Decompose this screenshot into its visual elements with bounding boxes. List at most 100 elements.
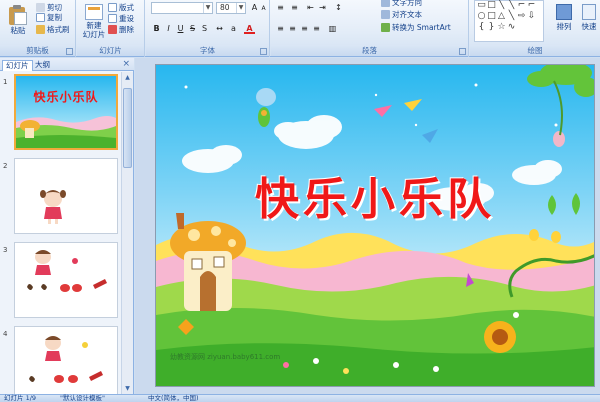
quick-styles-icon xyxy=(582,4,596,20)
tab-outline[interactable]: 大纲 xyxy=(32,60,53,71)
format-painter-button[interactable]: 格式刷 xyxy=(36,24,70,35)
arrange-button[interactable]: 排列 xyxy=(552,2,576,42)
align-text-icon xyxy=(381,10,390,19)
text-direction-label: 文字方向 xyxy=(392,0,422,7)
rect-shape-icon[interactable]: ▭ xyxy=(477,1,486,10)
columns-button[interactable]: ▥ xyxy=(327,23,338,34)
smartart-icon xyxy=(381,23,390,32)
rect-shape-icon[interactable]: □ xyxy=(487,1,496,10)
numbering-button[interactable]: ≡ xyxy=(289,2,300,13)
current-slide[interactable]: 快乐小乐队 幼教资源网 ziyuan.baby611.com xyxy=(155,64,595,387)
slide-count: 幻灯片 1/9 xyxy=(4,394,37,402)
shrink-font-button[interactable]: A xyxy=(258,3,269,14)
layout-button[interactable]: 版式 xyxy=(108,2,134,13)
indent-button[interactable]: ⇥ xyxy=(317,2,328,13)
arrow-shape-icon[interactable]: ⇩ xyxy=(527,12,536,21)
brush-icon xyxy=(36,25,45,34)
bold-button[interactable]: B xyxy=(151,23,162,34)
brace-shape-icon[interactable]: } xyxy=(487,23,496,32)
paragraph-group-label: 段落 xyxy=(271,45,468,56)
font-size-combo[interactable]: 80 ▼ xyxy=(216,2,246,14)
new-slide-label: 新建 幻灯片 xyxy=(82,21,106,39)
spacing-button[interactable]: ↔ xyxy=(214,23,225,34)
font-group-label: 字体 xyxy=(146,45,269,56)
paragraph-group: ≡ ≡ ⇤ ⇥ ↕ ≡ ≡ ≡ ≡ ▥ 文字方向 对齐文本 转换为 SmartA… xyxy=(271,0,469,57)
font-color-button[interactable]: A xyxy=(244,23,255,34)
reset-button[interactable]: 重设 xyxy=(108,13,134,24)
slide-title[interactable]: 快乐小乐队 xyxy=(156,163,594,227)
clipboard-group: 粘贴 剪切 复制 格式刷 剪贴板 xyxy=(0,0,76,57)
clipboard-launcher-icon[interactable] xyxy=(66,48,73,55)
case-button[interactable]: a xyxy=(228,23,239,34)
paste-button[interactable]: 粘贴 xyxy=(4,2,32,42)
copy-button[interactable]: 复制 xyxy=(36,12,62,23)
new-slide-button[interactable]: 新建 幻灯片 xyxy=(81,2,107,44)
connector-shape-icon[interactable]: ⌐ xyxy=(517,1,526,10)
align-text-button[interactable]: 对齐文本 xyxy=(381,9,422,20)
text-direction-button[interactable]: 文字方向 xyxy=(381,0,422,8)
connector-shape-icon[interactable]: ⌐ xyxy=(527,1,536,10)
oval-shape-icon[interactable]: ○ xyxy=(477,12,486,21)
slide-thumbnail-3[interactable] xyxy=(14,242,118,318)
layout-label: 版式 xyxy=(119,3,134,12)
line-shape-icon[interactable]: ╲ xyxy=(507,12,516,21)
quick-styles-button[interactable]: 快速 xyxy=(578,2,600,42)
font-group: ▼ 80 ▼ A A B I U S S ↔ a A 字体 xyxy=(146,0,270,57)
brace-shape-icon[interactable]: { xyxy=(477,23,486,32)
reset-label: 重设 xyxy=(119,14,134,23)
triangle-shape-icon[interactable]: △ xyxy=(497,12,506,21)
new-slide-icon xyxy=(85,4,103,20)
scroll-thumb[interactable] xyxy=(123,88,132,168)
slide-thumbnail-1[interactable]: 快乐小乐队 xyxy=(14,74,118,150)
line-shape-icon[interactable]: ╲ xyxy=(507,1,516,10)
thumb-number: 1 xyxy=(3,78,8,86)
thumbnail-scrollbar[interactable]: ▲ ▼ xyxy=(121,72,133,394)
font-launcher-icon[interactable] xyxy=(260,48,267,55)
arrange-icon xyxy=(556,4,572,20)
text-direction-icon xyxy=(381,0,390,7)
close-icon[interactable]: × xyxy=(122,59,130,69)
smartart-button[interactable]: 转换为 SmartArt xyxy=(381,22,451,33)
underline-button[interactable]: U xyxy=(175,23,186,34)
reset-icon xyxy=(108,14,117,23)
shapes-gallery[interactable]: ▭ □ ╲ ╲ ⌐ ⌐ ○ □ △ ╲ ⇨ ⇩ { } ☆ ∿ xyxy=(474,0,544,42)
line-shape-icon[interactable]: ╲ xyxy=(497,1,506,10)
drawing-group: ▭ □ ╲ ╲ ⌐ ⌐ ○ □ △ ╲ ⇨ ⇩ { } ☆ ∿ 排列 快速 绘图 xyxy=(470,0,600,57)
status-bar: 幻灯片 1/9 "默认设计模板" 中文(简体，中国) xyxy=(0,394,600,402)
delete-slide-button[interactable]: 删除 xyxy=(108,24,134,35)
align-right-button[interactable]: ≡ xyxy=(299,23,310,34)
align-text-label: 对齐文本 xyxy=(392,10,422,19)
shadow-button[interactable]: S xyxy=(199,23,210,34)
delete-icon xyxy=(108,25,117,34)
scroll-down-icon[interactable]: ▼ xyxy=(122,383,133,394)
align-center-button[interactable]: ≡ xyxy=(287,23,298,34)
justify-button[interactable]: ≡ xyxy=(311,23,322,34)
scissors-icon xyxy=(36,3,45,12)
girl-parts-icon xyxy=(27,250,107,292)
paragraph-launcher-icon[interactable] xyxy=(459,48,466,55)
arrow-shape-icon[interactable]: ⇨ xyxy=(517,12,526,21)
tab-slides[interactable]: 幻灯片 xyxy=(2,60,33,71)
delete-label: 删除 xyxy=(119,25,134,34)
layout-icon xyxy=(108,3,117,12)
star-shape-icon[interactable]: ☆ xyxy=(497,23,506,32)
slide-thumbnail-4[interactable] xyxy=(14,326,118,394)
strike-button[interactable]: S xyxy=(187,23,198,34)
font-name-combo[interactable]: ▼ xyxy=(151,2,213,14)
curve-shape-icon[interactable]: ∿ xyxy=(507,23,516,32)
ribbon: 粘贴 剪切 复制 格式刷 剪贴板 新建 幻灯片 版式 重设 删除 幻灯片 ▼ 8… xyxy=(0,0,600,57)
italic-button[interactable]: I xyxy=(163,23,174,34)
clipboard-group-label: 剪贴板 xyxy=(0,45,75,56)
copy-label: 复制 xyxy=(47,13,62,22)
align-left-button[interactable]: ≡ xyxy=(275,23,286,34)
scroll-up-icon[interactable]: ▲ xyxy=(122,72,133,83)
line-spacing-button[interactable]: ↕ xyxy=(333,2,344,13)
slides-group-label: 幻灯片 xyxy=(77,45,144,56)
paste-label: 粘贴 xyxy=(10,26,26,35)
slide-thumbnail-2[interactable] xyxy=(14,158,118,234)
thumb-title: 快乐小乐队 xyxy=(33,90,99,104)
outdent-button[interactable]: ⇤ xyxy=(305,2,316,13)
slide-thumb-art xyxy=(16,76,116,148)
rect-shape-icon[interactable]: □ xyxy=(487,12,496,21)
bullets-button[interactable]: ≡ xyxy=(275,2,286,13)
